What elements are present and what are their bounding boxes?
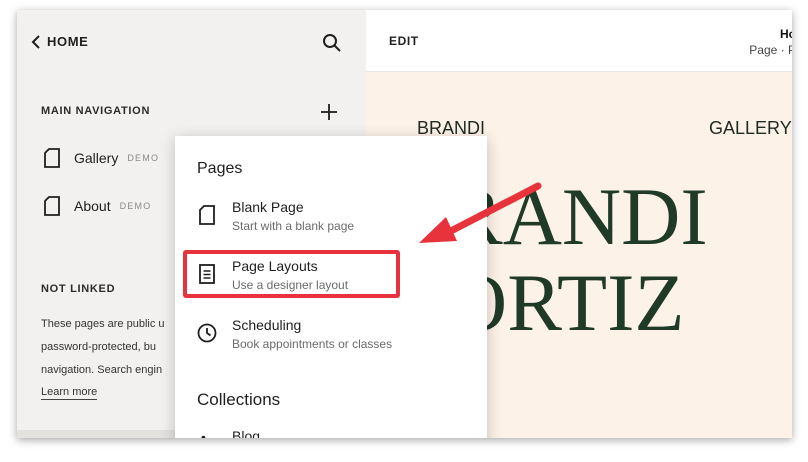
search-button[interactable] xyxy=(322,33,342,58)
not-linked-help-line: These pages are public u xyxy=(41,318,165,330)
page-icon xyxy=(44,148,60,168)
collections-heading: Collections xyxy=(197,390,281,409)
site-nav-gallery: GALLERY xyxy=(709,118,792,138)
main-navigation-title: MAIN NAVIGATION xyxy=(41,105,151,117)
option-description: Book appointments or classes xyxy=(232,337,393,351)
learn-more-link[interactable]: Learn more xyxy=(41,386,98,400)
edit-button[interactable]: EDIT xyxy=(389,34,419,48)
clock-icon xyxy=(197,323,217,343)
nav-item-label: Gallery xyxy=(74,150,119,166)
not-linked-help-line: navigation. Search engin xyxy=(41,364,163,376)
demo-badge: DEMO xyxy=(127,153,160,163)
nav-item-label: About xyxy=(74,198,111,214)
option-title: Scheduling xyxy=(232,317,302,333)
nav-item-about[interactable]: About DEMO xyxy=(44,196,151,216)
page-icon xyxy=(44,196,60,216)
option-title: Blank Page xyxy=(232,199,304,215)
current-page-type: Page · P xyxy=(749,43,792,57)
demo-badge: DEMO xyxy=(119,201,152,211)
search-icon xyxy=(323,34,341,52)
home-back-link[interactable]: HOME xyxy=(30,34,88,49)
menu-option-blog[interactable]: • Blog xyxy=(197,428,467,438)
pages-heading: Pages xyxy=(197,160,243,177)
add-page-menu: Pages Blank Page Start with a blank page… xyxy=(175,136,487,438)
not-linked-help-line: password-protected, bu xyxy=(41,341,156,353)
nav-item-gallery[interactable]: Gallery DEMO xyxy=(44,148,159,168)
add-page-button[interactable] xyxy=(320,103,338,126)
plus-icon xyxy=(321,104,337,120)
chevron-left-icon xyxy=(31,34,40,49)
not-linked-title: NOT LINKED xyxy=(41,283,116,295)
menu-option-scheduling[interactable]: Scheduling Book appointments or classes xyxy=(197,317,467,361)
blog-bullet-icon: • xyxy=(201,429,206,438)
option-title: Blog xyxy=(232,428,261,438)
home-label: HOME xyxy=(47,34,89,49)
page-icon xyxy=(199,205,215,225)
menu-option-blank-page[interactable]: Blank Page Start with a blank page xyxy=(197,199,467,243)
editor-top-bar: EDIT Ho Page · P xyxy=(366,10,792,72)
current-page-name: Ho xyxy=(780,27,792,41)
screenshot-frame: HOME MAIN NAVIGATION Gallery DEMO About … xyxy=(17,10,792,438)
option-description: Start with a blank page xyxy=(232,219,355,233)
highlight-box xyxy=(183,250,400,298)
